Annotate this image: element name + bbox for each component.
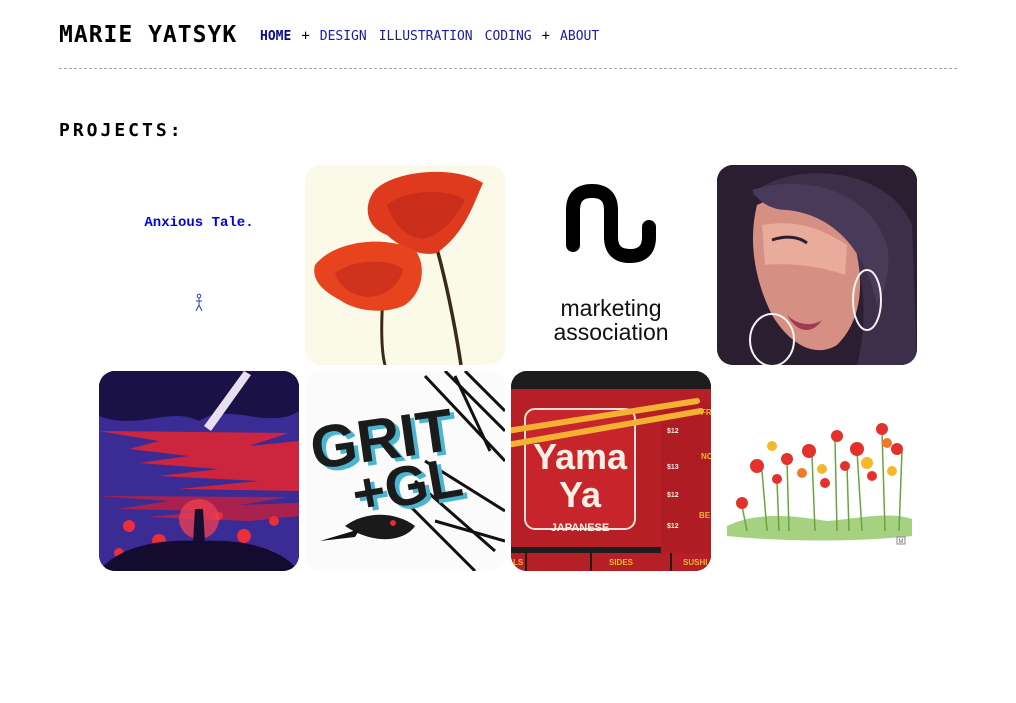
- portrait-illustration: [717, 165, 917, 365]
- project-tile-yamaya[interactable]: Yama Ya JAPANESE $12 $13 $12 $12 FR NO B…: [511, 371, 711, 571]
- project-tile-grit[interactable]: GRIT GRIT +GL +GL: [305, 371, 505, 571]
- menu-tab: LS: [513, 558, 524, 567]
- project-tile-poppies[interactable]: [305, 165, 505, 365]
- artist-signature: M: [899, 539, 904, 545]
- project-tile-flowers[interactable]: M: [717, 371, 917, 571]
- nav-coding[interactable]: CODING: [485, 29, 532, 44]
- nav-design[interactable]: DESIGN: [320, 29, 367, 44]
- yamaya-logo-line2: Ya: [559, 474, 602, 515]
- association-word: association: [553, 319, 669, 345]
- nav-illustration[interactable]: ILLUSTRATION: [379, 29, 473, 44]
- yamaya-menu-illustration: Yama Ya JAPANESE $12 $13 $12 $12 FR NO B…: [511, 371, 711, 571]
- menu-price: $12: [667, 428, 679, 435]
- menu-header: NO: [701, 452, 711, 461]
- main-nav: HOME + DESIGN ILLUSTRATION CODING + ABOU…: [260, 28, 599, 44]
- watercolor-flowers-illustration: M: [717, 371, 917, 571]
- menu-tab: SUSHI: [683, 558, 707, 567]
- menu-price: $12: [667, 523, 679, 530]
- poppy-illustration: [305, 165, 505, 365]
- header-divider: [59, 68, 957, 69]
- menu-price: $12: [667, 492, 679, 499]
- project-tile-portrait[interactable]: [717, 165, 917, 365]
- menu-price: $13: [667, 464, 679, 471]
- menu-tab: SIDES: [609, 558, 634, 567]
- projects-heading: PROJECTS:: [59, 120, 184, 141]
- site-title[interactable]: MARIE YATSYK: [59, 22, 237, 48]
- yamaya-logo-sub: JAPANESE: [551, 522, 609, 534]
- project-tile-marketing-association[interactable]: marketing association: [511, 165, 711, 365]
- yamaya-logo-line1: Yama: [533, 436, 628, 477]
- walking-figure-icon: [195, 293, 203, 312]
- nav-separator: +: [301, 28, 310, 44]
- nav-about[interactable]: ABOUT: [560, 29, 599, 44]
- menu-header: BE: [699, 511, 711, 520]
- grit-poster-illustration: GRIT GRIT +GL +GL: [305, 371, 505, 571]
- nav-home[interactable]: HOME: [260, 29, 291, 44]
- night-scene-illustration: [99, 371, 299, 571]
- nav-separator: +: [541, 28, 551, 44]
- project-tile-anxious-tale[interactable]: Anxious Tale.: [99, 165, 299, 365]
- marketing-word: marketing: [560, 295, 662, 321]
- project-tile-night-scene[interactable]: [99, 371, 299, 571]
